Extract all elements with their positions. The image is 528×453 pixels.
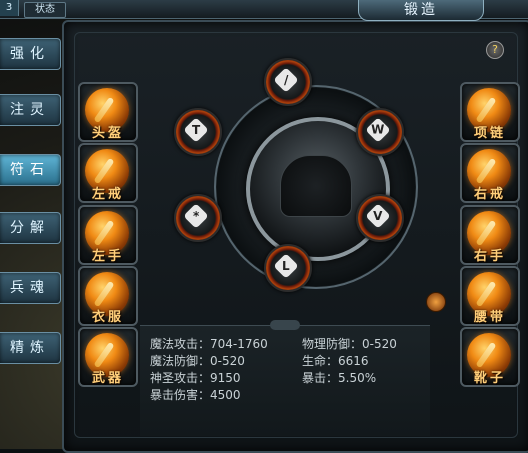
menu-item-runestone[interactable]: 符石	[0, 154, 61, 186]
slot-label: 左戒	[91, 187, 124, 202]
slot-label: 腰带	[473, 310, 506, 325]
menu-item-refine[interactable]: 精炼	[0, 332, 61, 364]
rune-wing-icon[interactable]: W	[356, 108, 404, 156]
rune-sword-icon[interactable]: /	[264, 58, 312, 106]
slot-left-hand[interactable]: 左手	[78, 205, 138, 265]
stats-panel: 魔法攻击：704-1760 物理防御：0-520 魔法防御：0-520 生命：6…	[140, 320, 430, 436]
rune-boot-icon[interactable]: L	[264, 244, 312, 292]
slot-label: 靴子	[473, 371, 506, 386]
slot-label: 衣服	[91, 310, 124, 325]
slot-left-ring[interactable]: 左戒	[78, 143, 138, 203]
rune-axe-icon[interactable]: T	[174, 108, 222, 156]
side-menu: 强化 注灵 符石 分解 兵魂 精炼	[0, 34, 61, 449]
slot-armor[interactable]: 衣服	[78, 266, 138, 326]
slot-right-ring[interactable]: 右戒	[460, 143, 520, 203]
stat-magic-defense: 魔法防御：0-520	[150, 354, 245, 368]
menu-item-strengthen[interactable]: 强化	[0, 38, 61, 70]
slot-label: 右戒	[473, 187, 506, 202]
slot-weapon[interactable]: 武器	[78, 327, 138, 387]
stat-crit-damage: 暴击伤害：4500	[150, 388, 241, 402]
divider-ornament	[270, 320, 300, 330]
slot-label: 左手	[91, 249, 124, 264]
rune-shield-icon[interactable]: V	[356, 194, 404, 242]
stat-magic-attack: 魔法攻击：704-1760	[150, 337, 268, 351]
slot-helmet[interactable]: 头盔	[78, 82, 138, 142]
level-badge: 3	[0, 0, 19, 16]
stat-physical-defense: 物理防御：0-520	[302, 337, 397, 351]
stat-crit: 暴击：5.50%	[302, 371, 377, 385]
rune-star-icon[interactable]: *	[174, 194, 222, 242]
slot-label: 项链	[473, 126, 506, 141]
slot-right-hand[interactable]: 右手	[460, 205, 520, 265]
menu-item-infuse[interactable]: 注灵	[0, 94, 61, 126]
beast-emblem-icon	[280, 155, 352, 217]
help-button[interactable]: ?	[486, 41, 504, 59]
slot-belt[interactable]: 腰带	[460, 266, 520, 326]
slot-label: 武器	[91, 371, 124, 386]
slot-necklace[interactable]: 项链	[460, 82, 520, 142]
slot-boots[interactable]: 靴子	[460, 327, 520, 387]
stat-holy-attack: 神圣攻击：9150	[150, 371, 241, 385]
menu-item-dismantle[interactable]: 分解	[0, 212, 61, 244]
slot-label: 右手	[473, 249, 506, 264]
slot-label: 头盔	[91, 126, 124, 141]
window-title: 锻造	[358, 0, 484, 21]
gear-icon[interactable]	[426, 292, 446, 312]
menu-item-soul[interactable]: 兵魂	[0, 272, 61, 304]
stat-hp: 生命：6616	[302, 354, 369, 368]
status-tab[interactable]: 状态	[24, 2, 66, 18]
